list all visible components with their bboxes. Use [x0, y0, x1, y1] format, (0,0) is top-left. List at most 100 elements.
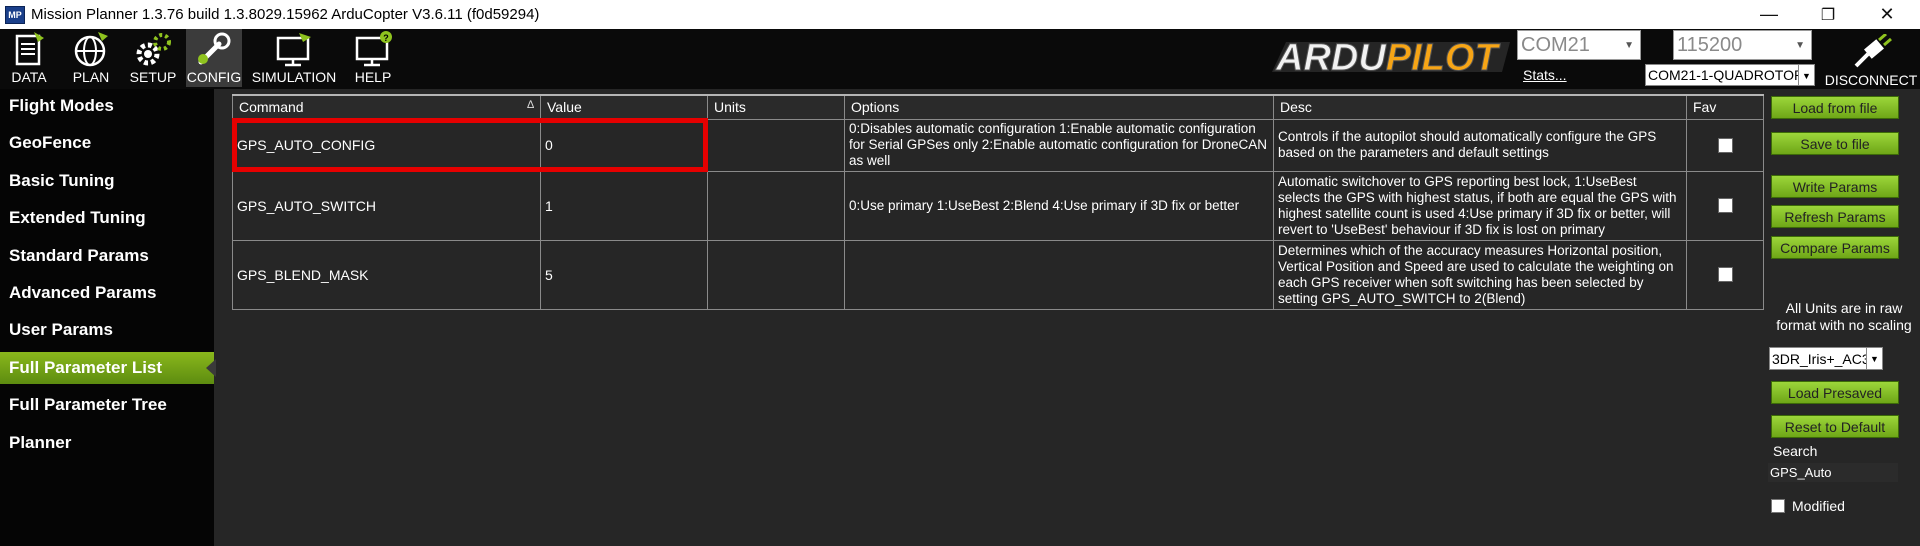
vehicle-value: COM21-1-QUADROTOR	[1648, 67, 1805, 83]
com-port-select[interactable]: COM21 ▼	[1517, 30, 1641, 60]
toolbar-plan-button[interactable]: PLAN	[64, 29, 118, 87]
chevron-down-icon: ▼	[1624, 39, 1634, 51]
table-row[interactable]: GPS_BLEND_MASK 5 Determines which of the…	[232, 239, 1764, 310]
column-header-desc[interactable]: Desc	[1273, 94, 1687, 120]
table-row[interactable]: GPS_AUTO_CONFIG 0 0:Disables automatic c…	[232, 118, 1764, 172]
sidebar-item-geofence[interactable]: GeoFence	[0, 127, 214, 159]
load-from-file-button[interactable]: Load from file	[1771, 96, 1899, 119]
param-command-cell: GPS_AUTO_SWITCH	[232, 170, 541, 241]
column-header-units[interactable]: Units	[707, 94, 845, 120]
toolbar-data-label: DATA	[11, 69, 47, 85]
param-value-cell[interactable]: 0	[540, 118, 708, 172]
globe-icon	[74, 32, 108, 67]
modified-checkbox[interactable]: Modified	[1771, 498, 1845, 514]
baud-rate-value: 115200	[1677, 33, 1743, 56]
grid-header-row: Command ∆ Value Units Options Desc Fav	[232, 94, 1764, 120]
param-fav-cell	[1686, 170, 1764, 241]
sidebar-item-standard-params[interactable]: Standard Params	[0, 240, 214, 272]
sidebar-item-full-parameter-tree[interactable]: Full Parameter Tree	[0, 389, 214, 421]
checkbox-box	[1771, 499, 1785, 513]
close-button[interactable]: ✕	[1859, 0, 1915, 29]
sidebar-item-user-params[interactable]: User Params	[0, 314, 214, 346]
fav-checkbox[interactable]	[1717, 267, 1733, 282]
sort-ascending-icon: ∆	[527, 99, 534, 111]
fav-checkbox[interactable]	[1717, 198, 1733, 213]
chevron-down-icon: ▼	[1795, 39, 1805, 51]
chevron-down-icon: ▼	[1866, 348, 1882, 369]
config-sidebar: Flight Modes GeoFence Basic Tuning Exten…	[0, 89, 216, 546]
modified-label: Modified	[1792, 498, 1845, 514]
param-options-cell: 0:Use primary 1:UseBest 2:Blend 4:Use pr…	[844, 170, 1274, 241]
disconnect-label: DISCONNECT	[1824, 72, 1918, 88]
write-params-button[interactable]: Write Params	[1771, 175, 1899, 198]
refresh-params-button[interactable]: Refresh Params	[1771, 205, 1899, 228]
param-desc-cell: Controls if the autopilot should automat…	[1273, 118, 1687, 172]
disconnect-button[interactable]: DISCONNECT	[1822, 29, 1920, 89]
gears-icon	[136, 33, 171, 66]
sidebar-item-basic-tuning[interactable]: Basic Tuning	[0, 165, 214, 197]
title-bar: MP Mission Planner 1.3.76 build 1.3.8029…	[0, 0, 1920, 29]
search-input[interactable]	[1768, 463, 1898, 482]
app-logo-icon: MP	[5, 5, 25, 24]
column-header-value[interactable]: Value	[540, 94, 708, 120]
toolbar-simulation-label: SIMULATION	[251, 69, 337, 85]
param-options-cell	[844, 239, 1274, 310]
param-desc-cell: Automatic switchover to GPS reporting be…	[1273, 170, 1687, 241]
sidebar-item-planner[interactable]: Planner	[0, 427, 214, 459]
toolbar-help-button[interactable]: ? HELP	[345, 29, 401, 87]
monitor-help-icon: ?	[355, 31, 392, 67]
column-header-fav[interactable]: Fav	[1686, 94, 1764, 120]
plug-icon	[1854, 34, 1892, 68]
sidebar-item-flight-modes[interactable]: Flight Modes	[0, 90, 214, 122]
param-units-cell	[707, 170, 845, 241]
sidebar-item-advanced-params[interactable]: Advanced Params	[0, 277, 214, 309]
toolbar-setup-label: SETUP	[129, 69, 177, 85]
param-command-cell: GPS_BLEND_MASK	[232, 239, 541, 310]
ardupilot-logo-text: ARDUPILOT	[1275, 37, 1500, 78]
ardupilot-logo: ARDUPILOT	[1272, 37, 1510, 78]
param-value-cell[interactable]: 1	[540, 170, 708, 241]
param-fav-cell	[1686, 118, 1764, 172]
toolbar-plan-label: PLAN	[72, 69, 110, 85]
sidebar-item-extended-tuning[interactable]: Extended Tuning	[0, 202, 214, 234]
stats-link[interactable]: Stats...	[1523, 67, 1567, 83]
save-to-file-button[interactable]: Save to file	[1771, 132, 1899, 155]
param-file-select[interactable]: 3DR_Iris+_AC34. ▼	[1769, 347, 1883, 370]
param-options-cell: 0:Disables automatic configuration 1:Ena…	[844, 118, 1274, 172]
minimize-button[interactable]: —	[1741, 0, 1797, 29]
monitor-plane-icon	[276, 33, 311, 67]
toolbar-help-label: HELP	[354, 69, 392, 85]
param-units-cell	[707, 239, 845, 310]
param-command-cell: GPS_AUTO_CONFIG	[232, 118, 541, 172]
param-desc-cell: Determines which of the accuracy measure…	[1273, 239, 1687, 310]
fav-checkbox[interactable]	[1717, 137, 1733, 153]
toolbar-setup-button[interactable]: SETUP	[126, 29, 180, 87]
chevron-down-icon: ▼	[1798, 65, 1814, 85]
restore-button[interactable]: ❐	[1800, 0, 1856, 29]
column-header-command[interactable]: Command ∆	[232, 94, 541, 120]
param-units-cell	[707, 118, 845, 172]
toolbar-simulation-button[interactable]: SIMULATION	[251, 29, 337, 87]
param-value-cell[interactable]: 5	[540, 239, 708, 310]
toolbar-data-button[interactable]: DATA	[2, 29, 56, 87]
load-presaved-button[interactable]: Load Presaved	[1771, 381, 1899, 404]
parameter-grid: Command ∆ Value Units Options Desc Fav G…	[232, 94, 1764, 310]
units-note: All Units are in raw format with no scal…	[1776, 300, 1912, 333]
sidebar-item-full-parameter-list[interactable]: Full Parameter List	[0, 352, 214, 384]
column-header-options[interactable]: Options	[844, 94, 1274, 120]
compare-params-button[interactable]: Compare Params	[1771, 236, 1899, 259]
main-toolbar: DATA PLAN SETUP CONFIG SIMULATION ? HELP…	[0, 29, 1920, 89]
toolbar-config-button[interactable]: CONFIG	[186, 29, 242, 87]
table-row[interactable]: GPS_AUTO_SWITCH 1 0:Use primary 1:UseBes…	[232, 170, 1764, 241]
param-fav-cell	[1686, 239, 1764, 310]
search-label: Search	[1773, 443, 1818, 459]
column-header-command-label: Command	[239, 99, 304, 116]
param-file-value: 3DR_Iris+_AC34.	[1772, 350, 1882, 367]
toolbar-config-label: CONFIG	[186, 69, 242, 85]
com-port-value: COM21	[1521, 33, 1590, 56]
wrench-icon	[198, 32, 231, 65]
data-icon	[15, 32, 44, 66]
reset-to-default-button[interactable]: Reset to Default	[1771, 415, 1899, 438]
baud-rate-select[interactable]: 115200 ▼	[1673, 30, 1812, 60]
vehicle-select[interactable]: COM21-1-QUADROTOR ▼	[1645, 64, 1815, 86]
